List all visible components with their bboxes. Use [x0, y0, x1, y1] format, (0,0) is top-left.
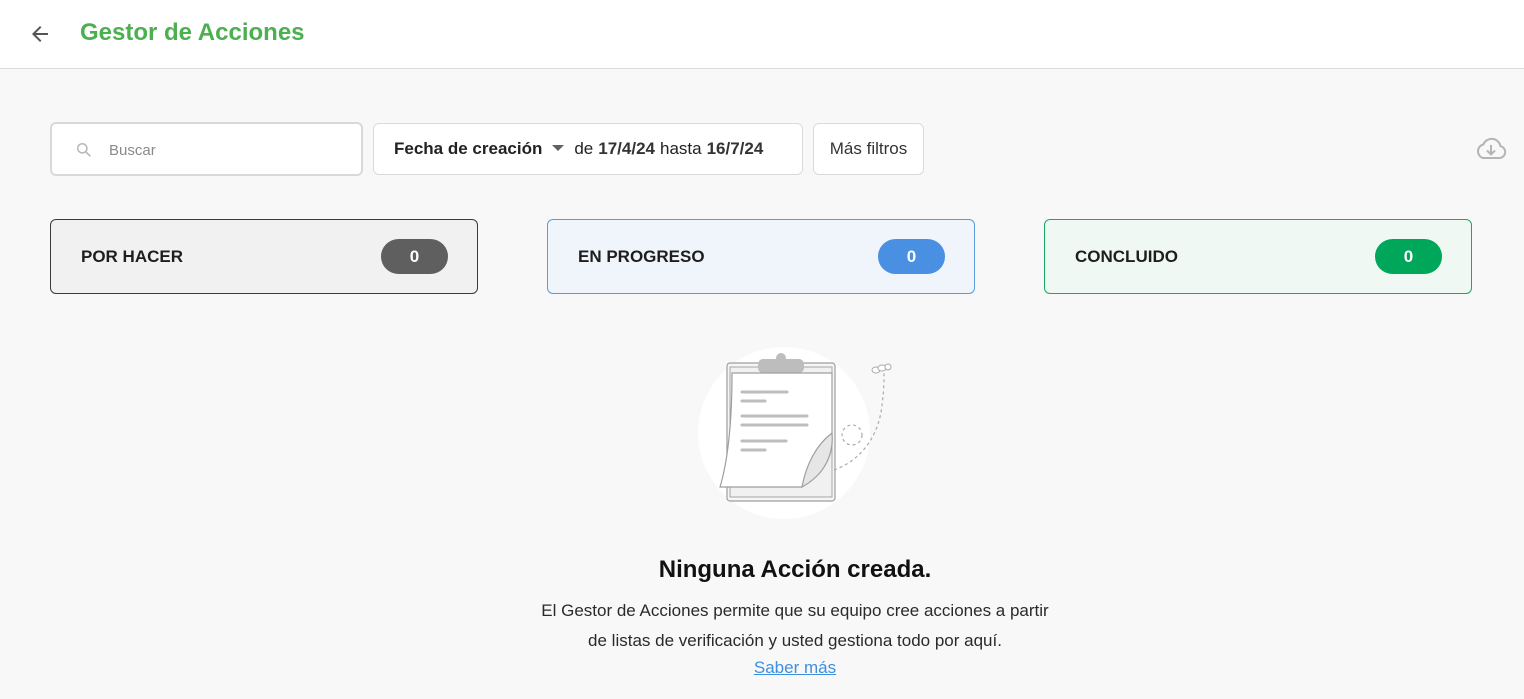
empty-state-description: El Gestor de Acciones permite que su equ… — [541, 601, 1049, 650]
more-filters-button[interactable]: Más filtros — [813, 123, 924, 175]
status-card-todo[interactable]: POR HACER 0 — [50, 219, 478, 294]
from-date: 17/4/24 — [598, 139, 655, 158]
top-header: Gestor de Acciones — [0, 0, 1524, 69]
status-label: POR HACER — [81, 246, 184, 266]
learn-more-link[interactable]: Saber más — [754, 658, 836, 677]
status-count-badge: 0 — [878, 239, 945, 274]
until-word: hasta — [660, 139, 702, 158]
date-filter[interactable]: Fecha de creación de 17/4/24 hasta 16/7/… — [373, 123, 803, 175]
status-card-done[interactable]: CONCLUIDO 0 — [1044, 219, 1472, 294]
status-card-in-progress[interactable]: EN PROGRESO 0 — [547, 219, 975, 294]
search-icon — [77, 143, 91, 157]
learn-more-container: Saber más — [0, 658, 1524, 678]
caret-down-icon[interactable] — [552, 145, 565, 151]
cloud-download-icon — [1477, 137, 1507, 159]
status-label: CONCLUIDO — [1075, 246, 1178, 266]
clipboard-icon — [698, 347, 892, 519]
status-label: EN PROGRESO — [578, 246, 705, 266]
search-input[interactable] — [109, 137, 349, 163]
date-field-label: Fecha de creación — [394, 139, 543, 158]
download-button[interactable] — [1474, 134, 1508, 164]
back-button[interactable] — [24, 18, 56, 50]
status-count-badge: 0 — [1375, 239, 1442, 274]
arrow-left-icon — [32, 26, 48, 42]
page-title: Gestor de Acciones — [80, 19, 305, 46]
empty-state-title: Ninguna Acción creada. — [658, 556, 932, 583]
search-box[interactable] — [50, 122, 363, 176]
status-count-badge: 0 — [381, 239, 448, 274]
to-date: 16/7/24 — [706, 139, 764, 158]
from-word: de — [574, 139, 594, 158]
